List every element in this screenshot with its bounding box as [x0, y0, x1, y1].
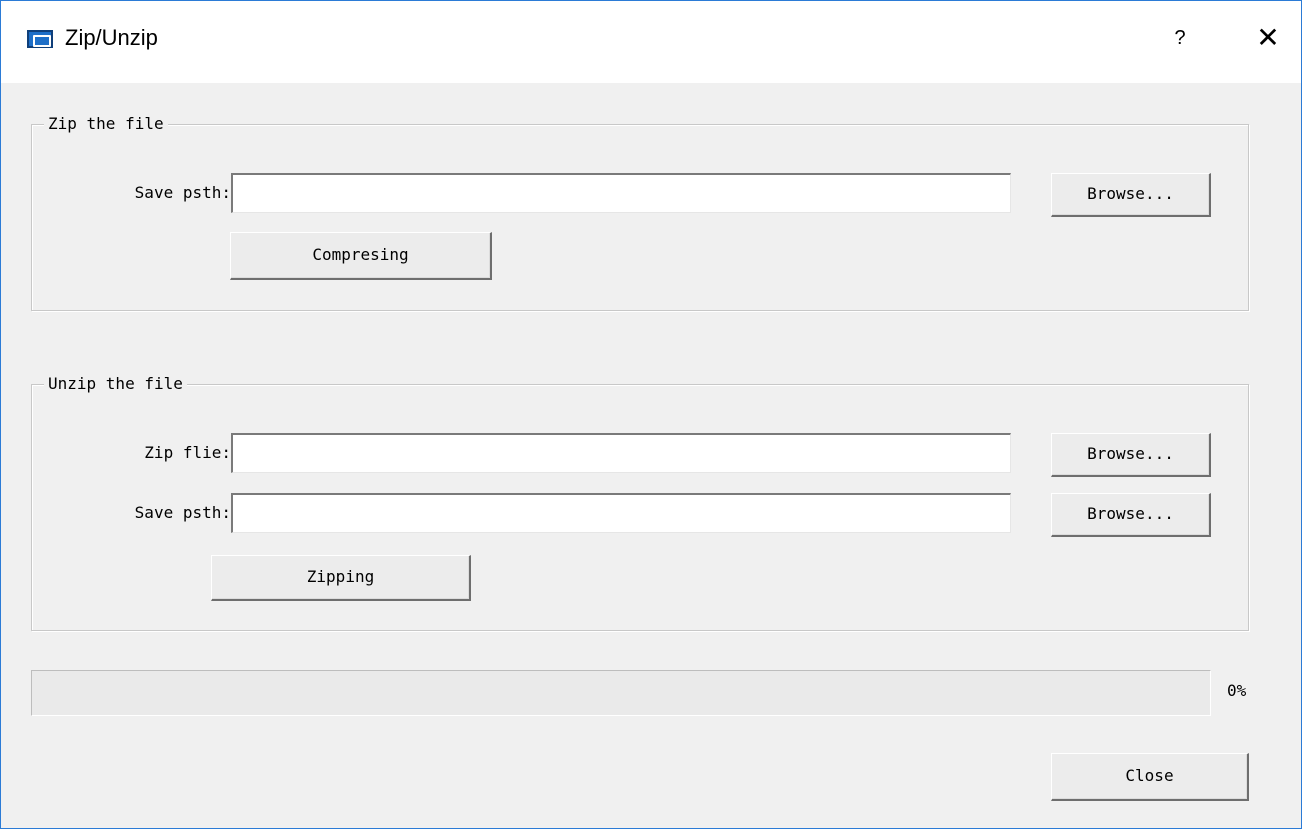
help-button[interactable]: ?	[1167, 23, 1193, 53]
unzip-save-path-input[interactable]	[231, 493, 1011, 533]
unzip-save-path-label: Save psth:	[134, 503, 231, 522]
zip-file-browse-button[interactable]: Browse...	[1051, 433, 1211, 477]
zip-unzip-dialog: Zip/Unzip ? ✕ Zip the file Save psth: Br…	[0, 0, 1302, 829]
zip-save-path-input[interactable]	[231, 173, 1011, 213]
zip-browse-button[interactable]: Browse...	[1051, 173, 1211, 217]
zipping-button[interactable]: Zipping	[211, 555, 471, 601]
progress-bar	[31, 670, 1211, 716]
zip-save-path-label: Save psth:	[134, 183, 231, 202]
zip-group: Zip the file	[31, 113, 1249, 311]
zip-group-legend: Zip the file	[44, 113, 168, 135]
progress-percent-label: 0%	[1227, 681, 1247, 700]
zip-file-input[interactable]	[231, 433, 1011, 473]
title-bar: Zip/Unzip ? ✕	[1, 1, 1301, 83]
zip-file-label: Zip flie:	[144, 443, 231, 462]
unzip-group-legend: Unzip the file	[44, 373, 187, 395]
unzip-save-browse-button[interactable]: Browse...	[1051, 493, 1211, 537]
close-window-button[interactable]: ✕	[1251, 21, 1285, 55]
compress-button[interactable]: Compresing	[230, 232, 492, 280]
app-icon	[27, 30, 53, 48]
window-title: Zip/Unzip	[65, 25, 158, 50]
close-button[interactable]: Close	[1051, 753, 1249, 801]
